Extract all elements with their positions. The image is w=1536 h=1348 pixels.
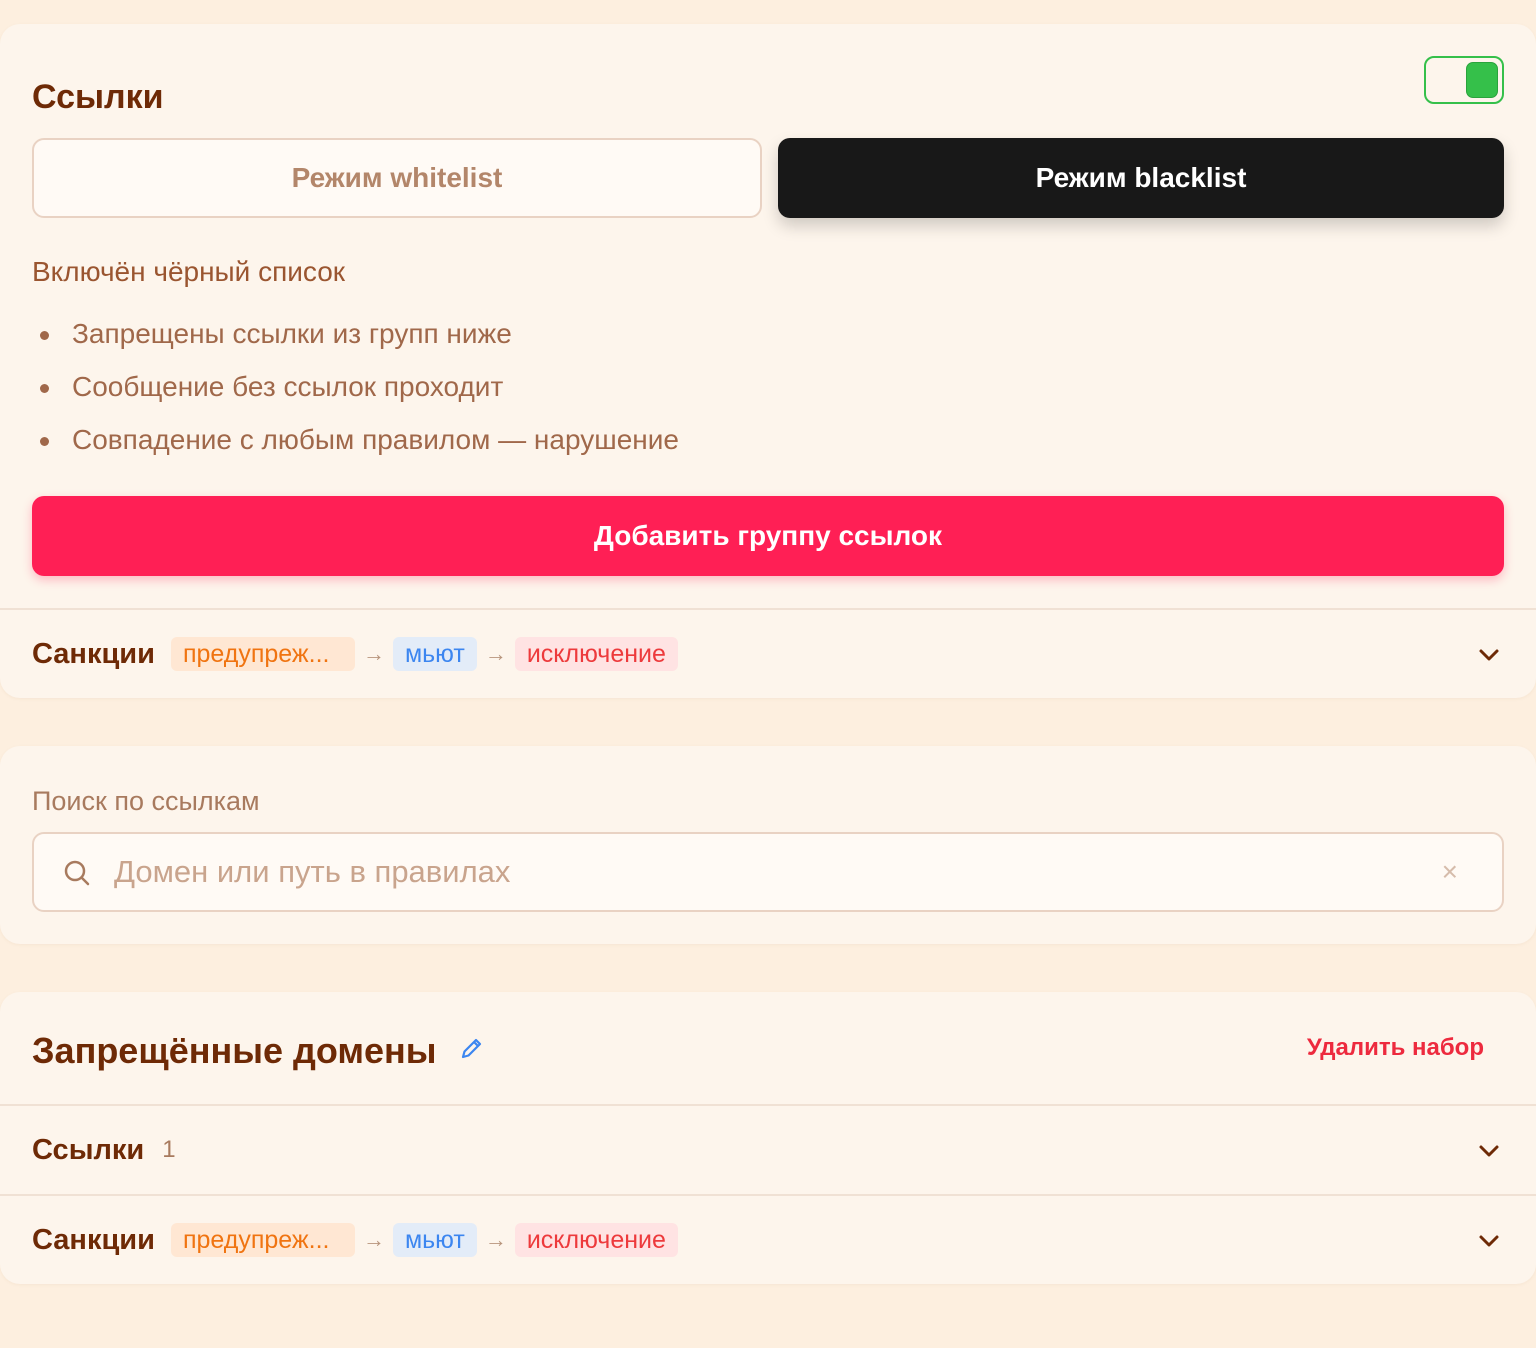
chevron-down-icon[interactable] <box>1478 644 1500 666</box>
links-row-label: Ссылки <box>32 1133 145 1166</box>
sanction-kick-tag: исключение <box>514 1223 678 1257</box>
mode-rules-list: Запрещены ссылки из групп ниже Сообщение… <box>32 314 679 473</box>
links-title: Ссылки <box>32 78 164 116</box>
sanction-mute-tag: мьют <box>392 637 477 671</box>
rule-item: Запрещены ссылки из групп ниже <box>32 314 679 367</box>
links-row[interactable]: Ссылки 1 <box>0 1106 1536 1194</box>
sanction-kick-tag: исключение <box>514 637 678 671</box>
toggle-knob <box>1466 62 1498 98</box>
search-card: Поиск по ссылкам × <box>0 746 1536 944</box>
search-box[interactable]: × <box>32 832 1504 912</box>
sanctions-row[interactable]: Санкции предупреж... → мьют → исключение <box>0 1196 1536 1284</box>
domains-card: Запрещённые домены Удалить набор Ссылки … <box>0 992 1536 1284</box>
whitelist-mode-button[interactable]: Режим whitelist <box>32 138 762 218</box>
sanctions-row[interactable]: Санкции предупреж... → мьют → исключение <box>0 610 1536 698</box>
sanction-warning-tag: предупреж... <box>170 1223 355 1257</box>
sanction-warning-tag: предупреж... <box>170 637 355 671</box>
rule-item: Совпадение с любым правилом — нарушение <box>32 420 679 473</box>
chevron-down-icon[interactable] <box>1478 1230 1500 1252</box>
arrow-right-icon: → <box>484 641 507 666</box>
arrow-right-icon: → <box>362 1227 385 1252</box>
arrow-right-icon: → <box>362 641 385 666</box>
pencil-icon[interactable] <box>458 1034 486 1062</box>
rule-item: Сообщение без ссылок проходит <box>32 367 679 420</box>
chevron-down-icon[interactable] <box>1478 1140 1500 1162</box>
search-input[interactable] <box>114 834 1434 910</box>
mode-description-title: Включён чёрный список <box>32 256 346 287</box>
add-link-group-button[interactable]: Добавить группу ссылок <box>32 496 1504 576</box>
links-count: 1 <box>162 1136 176 1163</box>
sanctions-label: Санкции <box>32 637 155 670</box>
delete-set-button[interactable]: Удалить набор <box>1307 1034 1484 1062</box>
sanctions-label: Санкции <box>32 1223 155 1256</box>
domain-set-title: Запрещённые домены <box>32 1030 437 1071</box>
blacklist-mode-button[interactable]: Режим blacklist <box>778 138 1504 218</box>
sanction-mute-tag: мьют <box>392 1223 477 1257</box>
search-icon <box>64 860 90 886</box>
links-card: Ссылки Режим whitelist Режим blacklist В… <box>0 24 1536 698</box>
arrow-right-icon: → <box>484 1227 507 1252</box>
clear-icon[interactable]: × <box>1442 856 1458 888</box>
search-label: Поиск по ссылкам <box>32 786 260 816</box>
links-toggle[interactable] <box>1424 56 1504 104</box>
